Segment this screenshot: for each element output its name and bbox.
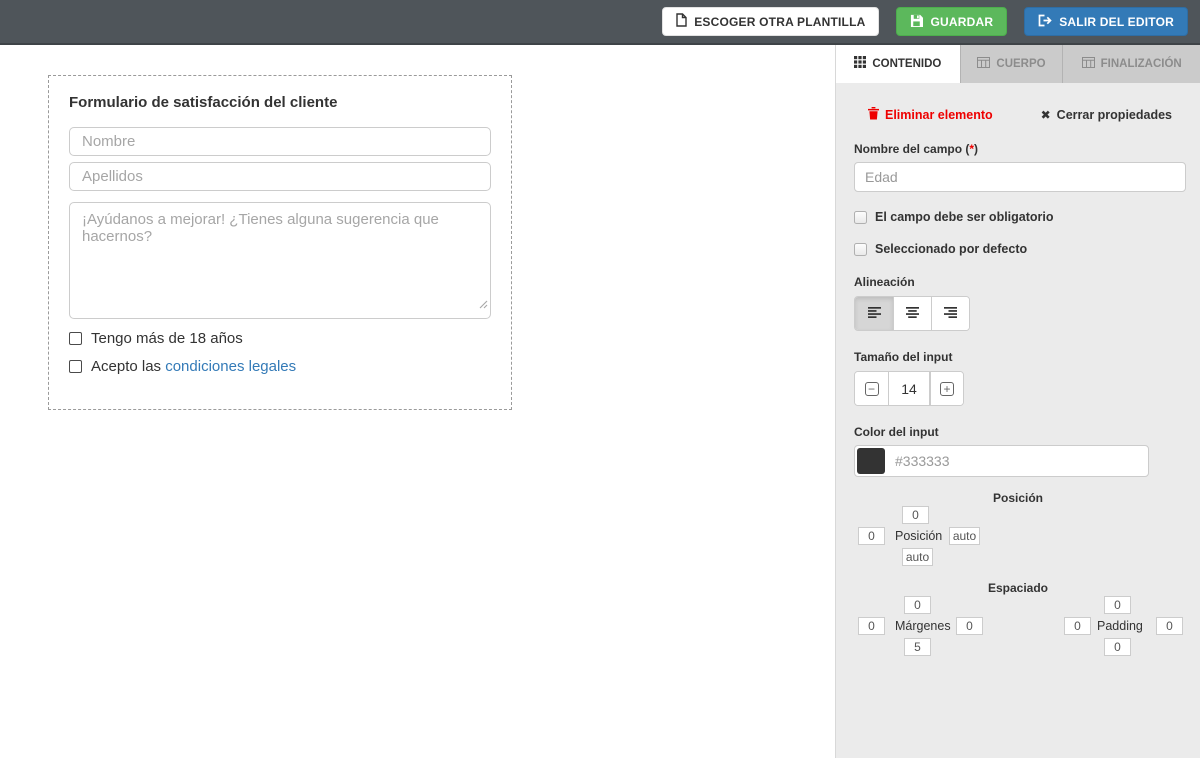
tab-cuerpo[interactable]: CUERPO [960, 45, 1063, 83]
padding-bottom-input[interactable] [1104, 638, 1131, 656]
tab-cuerpo-label: CUERPO [996, 58, 1045, 70]
panel-content: Nombre del campo (*) El campo debe ser o… [836, 142, 1200, 659]
position-section: Posición Posición [854, 491, 1182, 569]
legal-label-prefix: Acepto las [91, 358, 165, 375]
field-name-input[interactable] [854, 162, 1186, 192]
sign-out-icon [1038, 14, 1052, 30]
position-top-input[interactable] [902, 506, 929, 524]
margin-top-input[interactable] [904, 596, 931, 614]
align-right-icon [944, 306, 957, 321]
suggestion-textarea[interactable] [69, 202, 491, 319]
panel-tab-bar: CONTENIDO CUERPO FINALIZACIÓN [836, 45, 1200, 83]
table-icon [977, 57, 990, 71]
input-size-label: Tamaño del input [854, 350, 1182, 364]
color-value: #333333 [895, 453, 950, 469]
delete-element-button[interactable]: Eliminar elemento [868, 107, 993, 123]
input-color-field[interactable]: #333333 [854, 445, 1149, 477]
close-icon: ✖ [1041, 109, 1051, 121]
align-left-icon [868, 306, 881, 321]
position-left-input[interactable] [858, 527, 885, 545]
margins-label: Márgenes [895, 619, 951, 633]
age-checkbox[interactable] [69, 332, 82, 345]
tab-contenido[interactable]: CONTENIDO [836, 45, 960, 83]
form-preview-container: Formulario de satisfacción del cliente T… [48, 75, 512, 410]
tab-finalizacion-label: FINALIZACIÓN [1101, 58, 1182, 70]
minus-square-icon: − [865, 382, 879, 396]
align-center-icon [906, 306, 919, 321]
table-icon [1082, 57, 1095, 71]
textarea-resize-handle[interactable] [479, 296, 488, 314]
size-increase-button[interactable]: + [930, 372, 963, 405]
default-selected-checkbox-label: Seleccionado por defecto [875, 242, 1027, 256]
legal-checkbox-row: Acepto las condiciones legales [69, 358, 491, 375]
name-field[interactable] [69, 127, 491, 156]
required-checkbox[interactable] [854, 211, 867, 224]
spacing-heading: Espaciado [854, 581, 1182, 595]
align-center-button[interactable] [893, 297, 931, 330]
input-color-label: Color del input [854, 425, 1182, 439]
age-checkbox-label: Tengo más de 18 años [91, 330, 243, 347]
default-selected-checkbox[interactable] [854, 243, 867, 256]
editor-topbar: ESCOGER OTRA PLANTILLA GUARDAR SALIR DEL… [0, 0, 1200, 45]
file-icon [676, 13, 687, 30]
position-bottom-input[interactable] [902, 548, 933, 566]
field-name-label-text: Nombre del campo [854, 142, 965, 156]
grid-icon [854, 56, 866, 71]
legal-conditions-link[interactable]: condiciones legales [165, 358, 296, 375]
position-center-label: Posición [895, 529, 942, 543]
color-swatch[interactable] [857, 448, 885, 474]
alignment-label: Alineación [854, 275, 1182, 289]
delete-element-label: Eliminar elemento [885, 108, 993, 122]
legal-checkbox[interactable] [69, 360, 82, 373]
input-size-stepper: − + [854, 371, 964, 406]
tab-contenido-label: CONTENIDO [872, 58, 941, 70]
input-size-value[interactable] [888, 372, 930, 405]
position-heading: Posición [854, 491, 1182, 505]
margin-bottom-input[interactable] [904, 638, 931, 656]
size-decrease-button[interactable]: − [855, 372, 888, 405]
age-checkbox-row: Tengo más de 18 años [69, 330, 491, 347]
trash-icon [868, 107, 879, 123]
margin-right-input[interactable] [956, 617, 983, 635]
exit-editor-button[interactable]: SALIR DEL EDITOR [1024, 7, 1188, 36]
panel-actions-row: Eliminar elemento ✖ Cerrar propiedades [836, 83, 1200, 123]
choose-template-button[interactable]: ESCOGER OTRA PLANTILLA [662, 7, 879, 36]
close-properties-button[interactable]: ✖ Cerrar propiedades [1041, 108, 1172, 122]
align-left-button[interactable] [855, 297, 893, 330]
field-name-label: Nombre del campo (*) [854, 142, 1182, 156]
form-title: Formulario de satisfacción del cliente [69, 94, 491, 111]
save-label: GUARDAR [930, 15, 993, 29]
plus-square-icon: + [940, 382, 954, 396]
properties-panel: CONTENIDO CUERPO FINALIZACIÓN Elimin [835, 45, 1200, 758]
padding-top-input[interactable] [1104, 596, 1131, 614]
align-right-button[interactable] [931, 297, 969, 330]
exit-editor-label: SALIR DEL EDITOR [1059, 15, 1174, 29]
margin-left-input[interactable] [858, 617, 885, 635]
editor-canvas: Formulario de satisfacción del cliente T… [0, 45, 835, 758]
padding-right-input[interactable] [1156, 617, 1183, 635]
position-right-input[interactable] [949, 527, 980, 545]
tab-finalizacion[interactable]: FINALIZACIÓN [1062, 45, 1200, 83]
padding-left-input[interactable] [1064, 617, 1091, 635]
default-selected-checkbox-row: Seleccionado por defecto [854, 242, 1182, 256]
alignment-button-group [854, 296, 970, 331]
close-properties-label: Cerrar propiedades [1057, 108, 1172, 122]
surname-field[interactable] [69, 162, 491, 191]
save-button[interactable]: GUARDAR [896, 7, 1007, 36]
choose-template-label: ESCOGER OTRA PLANTILLA [694, 15, 865, 29]
required-checkbox-label: El campo debe ser obligatorio [875, 210, 1054, 224]
required-checkbox-row: El campo debe ser obligatorio [854, 210, 1182, 224]
spacing-section: Espaciado Márgenes Padding [854, 581, 1182, 659]
paren-close: ) [974, 142, 978, 156]
legal-checkbox-label: Acepto las condiciones legales [91, 358, 296, 375]
padding-label: Padding [1097, 619, 1143, 633]
save-icon [910, 14, 923, 30]
